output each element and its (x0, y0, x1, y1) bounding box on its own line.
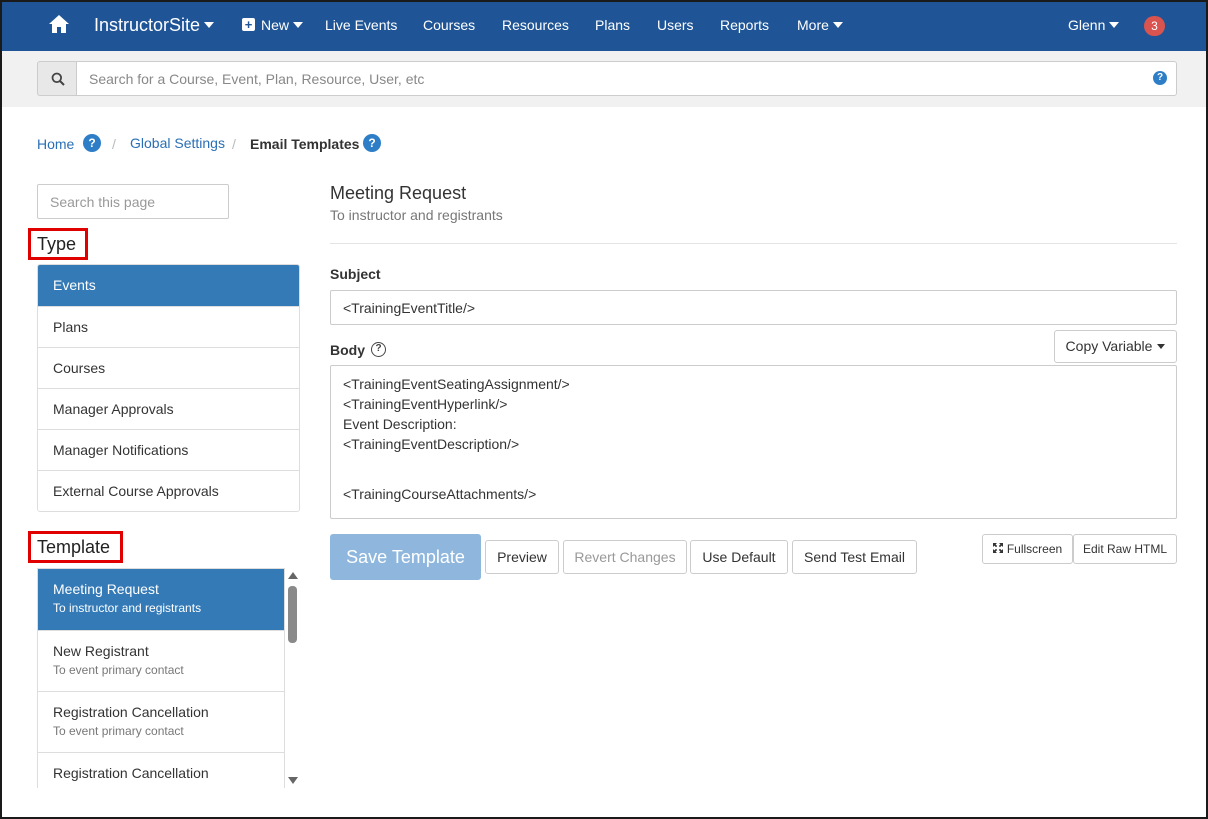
caret-down-icon (293, 22, 304, 29)
body-help-icon[interactable]: ? (371, 342, 386, 357)
breadcrumb-current: Email Templates (250, 136, 360, 152)
type-item-manager-approvals[interactable]: Manager Approvals (38, 388, 299, 429)
subject-field[interactable] (330, 290, 1177, 325)
template-title: Registration Cancellation (53, 765, 209, 781)
nav-plans[interactable]: Plans (595, 0, 630, 51)
breadcrumb-global-settings[interactable]: Global Settings (130, 135, 225, 151)
template-subtitle: To event primary contact (53, 724, 184, 738)
template-title-heading: Meeting Request (330, 183, 467, 203)
type-item-external-course-approvals[interactable]: External Course Approvals (38, 470, 299, 511)
nav-reports[interactable]: Reports (720, 0, 769, 51)
user-name: Glenn (1068, 17, 1106, 33)
scroll-down-arrow-icon[interactable] (288, 777, 298, 784)
page-search-input[interactable] (37, 184, 229, 219)
breadcrumb-home[interactable]: Home (37, 136, 74, 152)
type-item-events[interactable]: Events (38, 265, 299, 306)
expand-icon (992, 535, 1003, 563)
subject-label: Subject (330, 266, 381, 282)
divider (330, 243, 1177, 244)
top-navbar: InstructorSite + New Live Events Courses … (0, 0, 1208, 51)
body-line: <TrainingCourseAttachments/> (343, 486, 537, 502)
template-subtitle: To event primary contact (53, 663, 184, 677)
fullscreen-button[interactable]: Fullscreen (982, 534, 1073, 564)
revert-changes-button[interactable]: Revert Changes (563, 540, 687, 574)
breadcrumb-separator: / (232, 136, 236, 152)
nav-live-events[interactable]: Live Events (325, 0, 397, 51)
user-menu[interactable]: Glenn (1068, 0, 1120, 51)
brand-label: InstructorSite (94, 15, 201, 35)
new-label: New (261, 17, 290, 33)
body-line (343, 454, 1164, 484)
template-heading: Template (28, 531, 123, 563)
nav-courses[interactable]: Courses (423, 0, 475, 51)
page-help-icon[interactable]: ? (363, 134, 381, 152)
home-icon[interactable] (48, 13, 70, 35)
body-line: <TrainingEventSeatingAssignment/> (343, 376, 570, 392)
body-editor[interactable]: <TrainingEventSeatingAssignment/> <Train… (330, 365, 1177, 519)
more-label: More (797, 17, 829, 33)
new-menu[interactable]: + New (242, 0, 304, 51)
type-heading: Type (28, 228, 88, 260)
search-help-icon[interactable]: ? (1153, 71, 1167, 85)
template-item[interactable]: Meeting Request To instructor and regist… (38, 569, 284, 630)
save-template-button[interactable]: Save Template (330, 534, 481, 580)
template-item[interactable]: New Registrant To event primary contact (38, 630, 284, 691)
copy-variable-label: Copy Variable (1065, 338, 1153, 354)
body-label: Body (330, 342, 365, 358)
use-default-button[interactable]: Use Default (690, 540, 788, 574)
home-help-icon[interactable]: ? (83, 134, 101, 152)
caret-down-icon (204, 22, 215, 29)
brand-menu[interactable]: InstructorSite (94, 0, 215, 51)
breadcrumb-separator: / (112, 136, 116, 152)
nav-resources[interactable]: Resources (502, 0, 569, 51)
notifications-badge[interactable]: 3 (1144, 16, 1165, 36)
body-line: <TrainingEventHyperlink/> (343, 396, 508, 412)
plus-square-icon: + (242, 18, 255, 32)
template-subtitle-heading: To instructor and registrants (330, 207, 503, 223)
scrollbar-thumb[interactable] (288, 586, 297, 643)
template-title: Registration Cancellation (53, 704, 209, 720)
template-list: Meeting Request To instructor and regist… (37, 568, 285, 788)
preview-button[interactable]: Preview (485, 540, 559, 574)
send-test-email-button[interactable]: Send Test Email (792, 540, 917, 574)
nav-more[interactable]: More (797, 0, 843, 51)
template-subtitle: To instructor and registrants (53, 601, 202, 615)
type-item-manager-notifications[interactable]: Manager Notifications (38, 429, 299, 470)
caret-down-icon (1157, 343, 1166, 349)
body-line: Event Description: (343, 416, 457, 432)
global-search-input[interactable] (76, 61, 1177, 96)
edit-raw-html-button[interactable]: Edit Raw HTML (1073, 534, 1177, 564)
copy-variable-button[interactable]: Copy Variable (1054, 330, 1177, 363)
search-icon (51, 72, 65, 86)
type-list: Events Plans Courses Manager Approvals M… (37, 264, 300, 512)
nav-users[interactable]: Users (657, 0, 694, 51)
scroll-up-arrow-icon[interactable] (288, 572, 298, 579)
type-item-plans[interactable]: Plans (38, 306, 299, 347)
type-item-courses[interactable]: Courses (38, 347, 299, 388)
caret-down-icon (832, 22, 843, 29)
search-addon[interactable] (37, 61, 77, 96)
fullscreen-label: Fullscreen (1006, 542, 1063, 556)
template-title: New Registrant (53, 643, 149, 659)
template-title: Meeting Request (53, 581, 159, 597)
body-line: <TrainingEventDescription/> (343, 436, 520, 452)
caret-down-icon (1109, 22, 1120, 29)
template-item[interactable]: Registration Cancellation To event prima… (38, 691, 284, 752)
template-item[interactable]: Registration Cancellation (38, 752, 284, 788)
